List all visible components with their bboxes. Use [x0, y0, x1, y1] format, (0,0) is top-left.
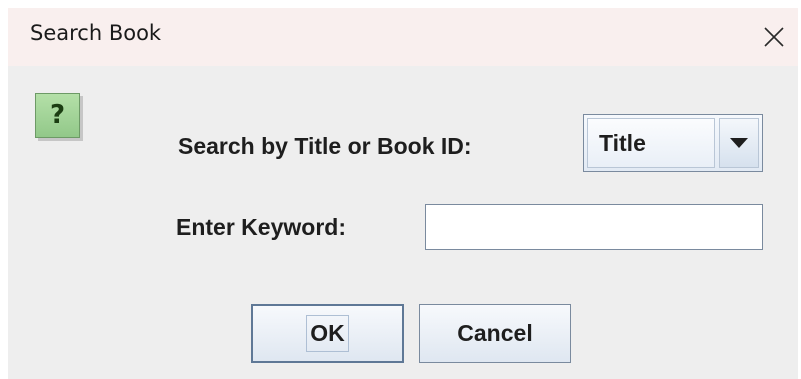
chevron-down-icon: [730, 138, 748, 148]
keyword-label: Enter Keyword:: [176, 214, 346, 240]
cancel-button-label: Cancel: [457, 320, 533, 346]
ok-button[interactable]: OK: [251, 304, 404, 363]
question-icon-glyph: ?: [49, 99, 66, 130]
close-icon: [764, 27, 784, 47]
search-by-combobox[interactable]: Title: [583, 114, 763, 172]
cancel-button[interactable]: Cancel: [419, 304, 571, 363]
question-icon: ?: [35, 93, 80, 138]
title-bar: Search Book: [8, 8, 798, 66]
keyword-input[interactable]: [425, 204, 763, 250]
search-by-label: Search by Title or Book ID:: [178, 133, 472, 159]
dialog-content: ? Search by Title or Book ID: Title Ente…: [8, 66, 798, 379]
dropdown-button[interactable]: [719, 118, 759, 168]
ok-button-label: OK: [306, 315, 349, 352]
close-button[interactable]: [750, 8, 798, 66]
search-by-selected-value: Title: [587, 118, 715, 168]
search-book-dialog: Search Book ? Search by Title or Book ID…: [0, 0, 801, 379]
dialog-title: Search Book: [30, 21, 162, 45]
